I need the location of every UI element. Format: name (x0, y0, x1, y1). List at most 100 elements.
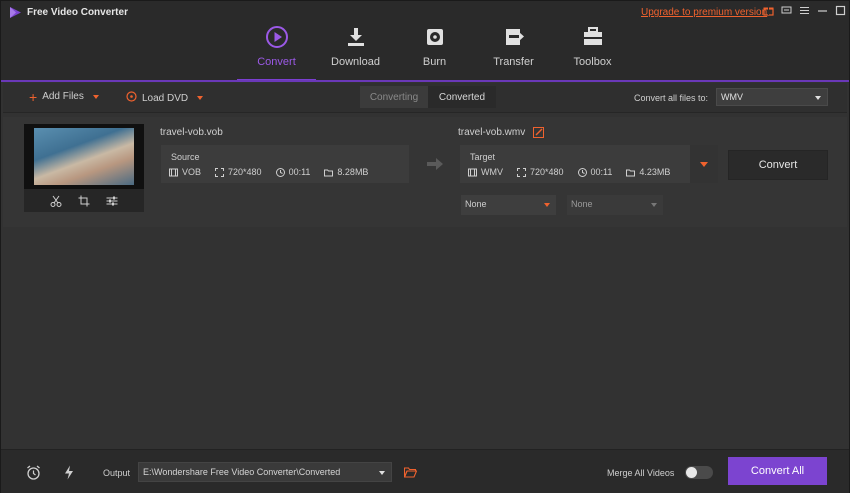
effects-sliders-icon[interactable] (106, 195, 118, 207)
clock-icon (577, 167, 587, 177)
source-info-panel: Source VOB 720*480 00:11 8.28MB (161, 145, 409, 183)
folder-icon (626, 168, 636, 177)
scissors-icon[interactable] (50, 195, 62, 207)
tab-toolbox[interactable]: Toolbox (553, 19, 632, 81)
convert-play-icon (265, 25, 289, 49)
open-folder-icon[interactable] (402, 464, 418, 480)
header-divider (1, 80, 849, 82)
output-label: Output (103, 468, 131, 478)
source-format: VOB (169, 167, 201, 177)
tab-burn[interactable]: Burn (395, 19, 474, 81)
add-files-label: Add Files (42, 91, 84, 102)
merge-all-toggle[interactable] (685, 466, 713, 479)
arrow-right-icon (427, 158, 443, 170)
app-window: Free Video Converter Upgrade to premium … (0, 0, 850, 493)
source-file-name: travel-vob.vob (160, 127, 223, 138)
merge-all-label: Merge All Videos (607, 468, 675, 478)
download-icon (344, 25, 368, 49)
tab-converted[interactable]: Converted (428, 86, 496, 108)
target-meta: WMV 720*480 00:11 4.23MB (468, 167, 670, 177)
edit-pencil-icon[interactable] (533, 127, 545, 138)
tab-transfer[interactable]: Transfer (474, 19, 553, 81)
audio-track-select[interactable]: None (567, 195, 663, 215)
audio-track-select-value: None (571, 199, 593, 209)
film-icon (468, 168, 477, 177)
load-dvd-dropdown-icon[interactable] (197, 96, 204, 100)
alarm-clock-icon[interactable] (25, 464, 41, 480)
chat-icon[interactable] (780, 4, 792, 16)
target-duration: 00:11 (577, 167, 612, 177)
minimize-icon[interactable] (816, 4, 828, 16)
chevron-down-icon (379, 471, 385, 475)
file-list-empty-area (3, 227, 847, 449)
convert-all-to-label: Convert all files to: (634, 93, 709, 103)
source-size-value: 8.28MB (337, 167, 369, 177)
add-files-dropdown-icon[interactable] (92, 94, 99, 99)
target-info-panel[interactable]: Target WMV 720*480 00:11 4.23MB (460, 145, 718, 183)
film-icon (169, 168, 178, 177)
crop-icon[interactable] (78, 195, 90, 207)
status-tabs: Converting Converted (360, 86, 496, 108)
header: Free Video Converter Upgrade to premium … (1, 1, 850, 82)
thumbnail-image (34, 128, 134, 185)
toolbox-icon (581, 25, 605, 49)
target-format: WMV (468, 167, 503, 177)
menu-icon[interactable] (798, 4, 810, 16)
target-file-name-row: travel-vob.wmv (458, 127, 545, 138)
source-size: 8.28MB (324, 167, 368, 177)
tab-toolbox-label: Toolbox (573, 56, 612, 68)
target-format-dropdown[interactable] (690, 145, 718, 183)
target-resolution-value: 720*480 (530, 167, 564, 177)
plus-icon: + (29, 88, 38, 105)
source-duration: 00:11 (275, 167, 311, 177)
convert-all-button[interactable]: Convert All (728, 457, 827, 485)
source-label: Source (171, 152, 200, 162)
source-resolution: 720*480 (215, 167, 262, 177)
file-item: travel-vob.vob Source VOB 720*480 00:11 (3, 117, 847, 227)
clock-icon (275, 167, 285, 177)
subtitle-select-value: None (465, 199, 487, 209)
dvd-icon (126, 91, 137, 105)
output-format-select[interactable]: WMV (716, 88, 828, 106)
source-resolution-value: 720*480 (228, 167, 262, 177)
app-logo-icon (9, 6, 22, 19)
tab-convert-label: Convert (257, 56, 296, 68)
toggle-knob (686, 467, 697, 478)
folder-icon (324, 168, 334, 177)
maximize-icon[interactable] (834, 4, 846, 16)
chevron-down-icon (815, 96, 821, 100)
target-file-name: travel-vob.wmv (458, 127, 526, 138)
chevron-down-icon (700, 161, 708, 167)
output-path-select[interactable]: E:\Wondershare Free Video Converter\Conv… (138, 462, 392, 482)
transfer-icon (502, 25, 526, 49)
chevron-down-icon (651, 203, 657, 207)
bottom-bar: Output E:\Wondershare Free Video Convert… (1, 449, 849, 493)
convert-button[interactable]: Convert (728, 150, 828, 180)
window-controls (762, 4, 850, 16)
tab-transfer-label: Transfer (493, 56, 534, 68)
load-dvd-label: Load DVD (142, 92, 189, 104)
lightning-icon[interactable] (61, 464, 77, 480)
edit-tools (24, 190, 144, 212)
tab-converting[interactable]: Converting (360, 86, 428, 108)
toolbar: + Add Files Load DVD Converting Converte… (3, 83, 847, 113)
target-resolution: 720*480 (517, 167, 564, 177)
add-files-button[interactable]: + Add Files (29, 88, 99, 105)
app-title-bar: Free Video Converter (9, 6, 128, 19)
tab-download[interactable]: Download (316, 19, 395, 81)
video-thumbnail[interactable] (24, 124, 144, 189)
subtitle-select[interactable]: None (461, 195, 556, 215)
tab-convert[interactable]: Convert (237, 19, 316, 81)
source-format-value: VOB (182, 167, 202, 177)
burn-disc-icon (423, 25, 447, 49)
source-duration-value: 00:11 (288, 167, 311, 177)
target-label: Target (470, 152, 496, 162)
load-dvd-button[interactable]: Load DVD (126, 91, 204, 105)
chevron-down-icon (544, 203, 550, 207)
main-nav: Convert Download Burn Transfer Toolbox (237, 19, 632, 81)
output-format-value: WMV (721, 92, 743, 102)
upgrade-link[interactable]: Upgrade to premium version (641, 7, 767, 18)
gift-icon[interactable] (762, 4, 774, 16)
source-meta: VOB 720*480 00:11 8.28MB (169, 167, 368, 177)
output-path-value: E:\Wondershare Free Video Converter\Conv… (143, 467, 341, 477)
